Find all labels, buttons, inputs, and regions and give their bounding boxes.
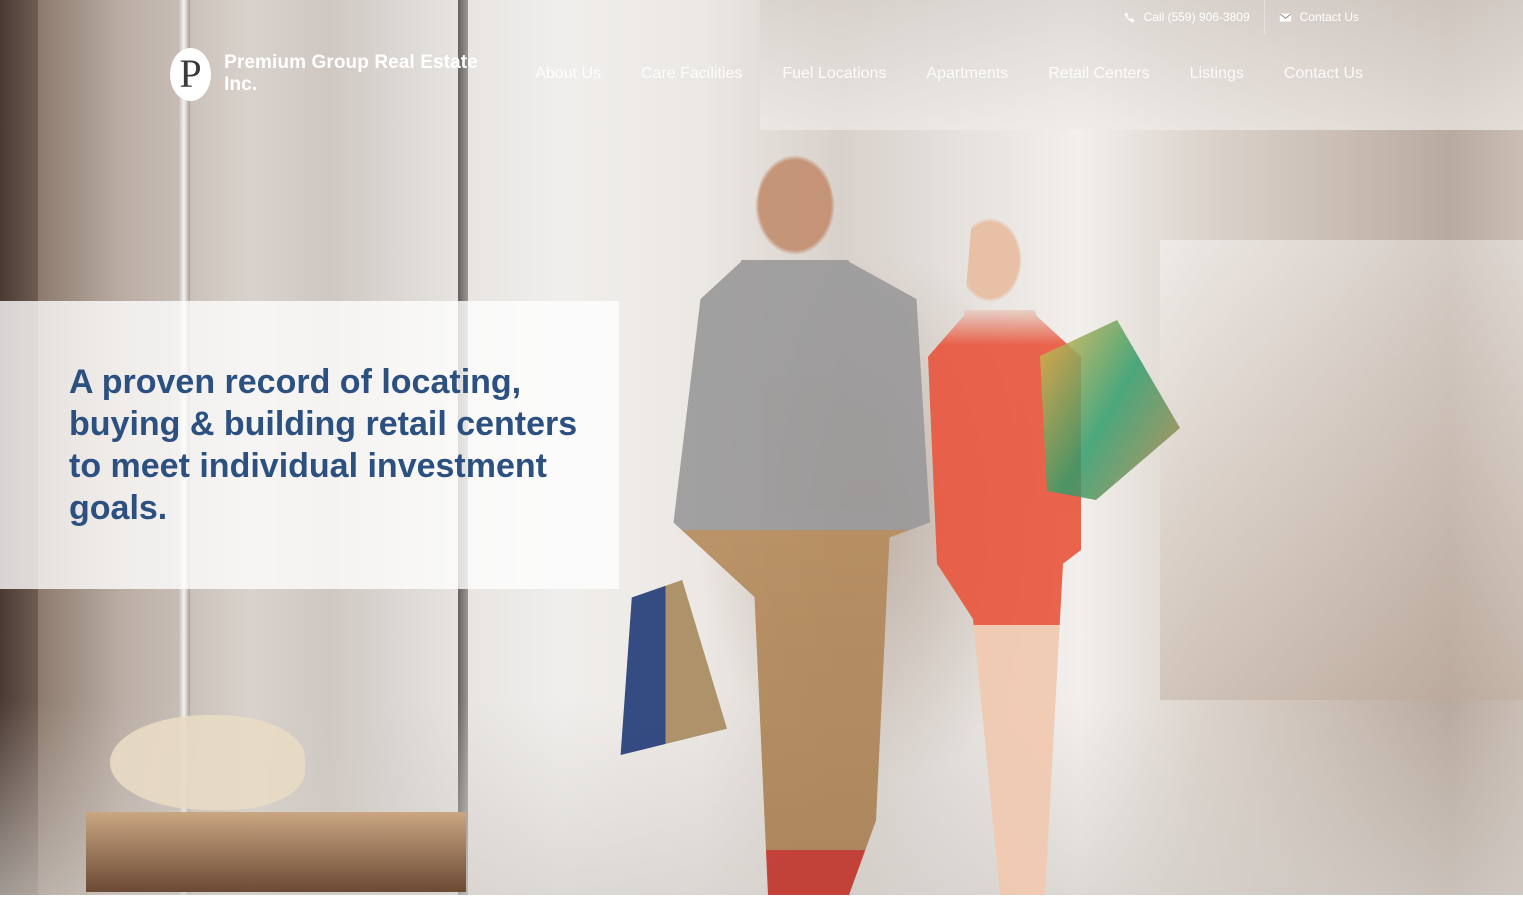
brand-name: Premium Group Real Estate Inc.: [224, 52, 478, 95]
logo-badge: P: [170, 47, 212, 101]
nav-apartments[interactable]: Apartments: [906, 65, 1028, 83]
hero-banner: Call (559) 906-3809 Contact Us P Premium…: [0, 0, 1523, 895]
hero-photo-woman: [928, 205, 1081, 895]
nav-care-facilities[interactable]: Care Facilities: [621, 65, 762, 83]
hero-headline: A proven record of locating, buying & bu…: [69, 363, 578, 527]
hero-photo-floor: [0, 700, 1523, 895]
hero-photo-display-shelf: [86, 812, 466, 892]
hero-photo-display-stone: [110, 715, 305, 810]
nav-fuel-locations[interactable]: Fuel Locations: [762, 65, 906, 83]
nav-retail-centers[interactable]: Retail Centers: [1028, 65, 1169, 83]
site-header: P Premium Group Real Estate Inc. About U…: [170, 46, 1383, 102]
hero-photo-man: [673, 150, 930, 895]
nav-about-us[interactable]: About Us: [521, 65, 621, 83]
logo-link[interactable]: P Premium Group Real Estate Inc.: [170, 47, 503, 101]
page-bottom-edge: [0, 895, 1523, 899]
phone-icon: [1124, 11, 1134, 23]
call-label: Call (559) 906-3809: [1143, 10, 1250, 24]
nav-listings[interactable]: Listings: [1170, 65, 1264, 83]
hero-photo-shopping-bags: [620, 580, 727, 755]
envelope-icon: [1279, 12, 1291, 22]
contact-us-top-link[interactable]: Contact Us: [1265, 10, 1373, 24]
nav-contact-us[interactable]: Contact Us: [1264, 65, 1383, 83]
hero-photo-storefront: [1160, 240, 1523, 700]
call-link[interactable]: Call (559) 906-3809: [1109, 10, 1264, 24]
contact-us-top-label: Contact Us: [1299, 10, 1359, 24]
top-utility-bar: Call (559) 906-3809 Contact Us: [1109, 0, 1373, 34]
hero-photo-shopping-bags: [1040, 320, 1180, 500]
main-nav: About Us Care Facilities Fuel Locations …: [521, 65, 1383, 83]
